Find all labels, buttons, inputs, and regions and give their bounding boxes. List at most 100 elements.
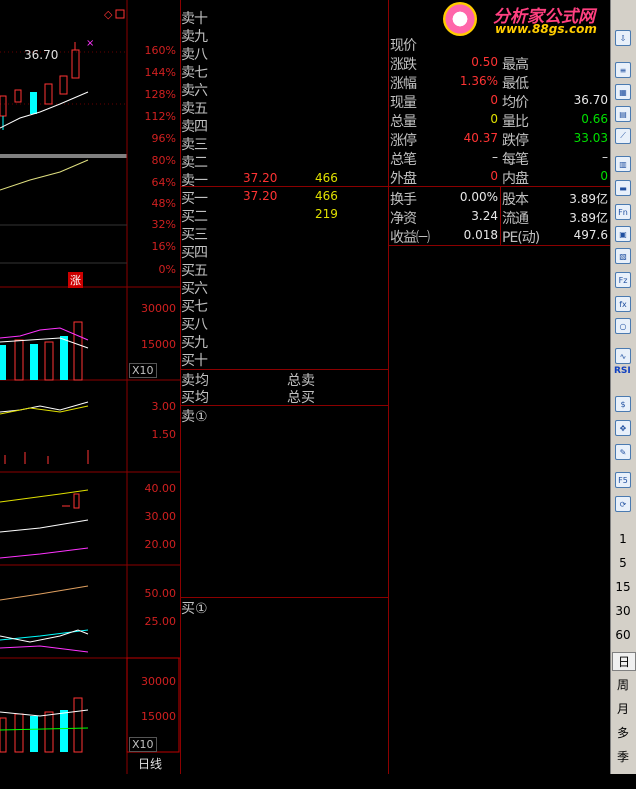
period-button[interactable]: 15 (612, 580, 634, 594)
quote-value: 33.03 (573, 131, 608, 145)
move-icon[interactable]: ✥ (612, 418, 634, 438)
period-button[interactable]: 30 (612, 604, 634, 618)
arrow-down-icon[interactable]: ⇩ (612, 28, 634, 48)
orderbook-sell-row: 卖六 (181, 80, 387, 99)
quote-value: 0 (600, 169, 608, 183)
period-tab-daily[interactable]: 日线 (138, 755, 162, 772)
divider (180, 405, 388, 406)
axis-label: 50.00 (144, 587, 177, 600)
axis-label: 40.00 (144, 482, 177, 495)
orderbook-buy-row: 买十 (181, 350, 387, 369)
axis-label: 15000 (141, 338, 176, 351)
orderbook-level-label: 买二 (181, 209, 208, 225)
ma-icon[interactable]: ▬ (612, 178, 634, 198)
quote-label: 量比 (502, 114, 529, 130)
orderbook-level-label: 卖十 (181, 11, 208, 27)
fn-icon[interactable]: Fn (612, 202, 634, 222)
line-chart-icon[interactable]: ⟋ (612, 126, 634, 146)
quote-label: 跌停 (502, 133, 529, 149)
flower-logo-icon (443, 2, 477, 36)
quote-row: 净资 3.24 流通 3.89亿 (390, 208, 608, 227)
fiz-icon-glyph: Fz (615, 272, 631, 288)
quote-value: – (602, 150, 608, 164)
circle-icon-glyph: ○ (615, 318, 631, 334)
pencil-icon-glyph: ✎ (615, 444, 631, 460)
quote-value: 3.89亿 (569, 192, 608, 206)
quote-label: 涨跌 (390, 57, 417, 73)
orderbook-sell-row: 卖一 37.20 466 (181, 170, 387, 189)
quote-value: 497.6 (573, 228, 608, 242)
fx-icon[interactable]: fx (612, 294, 634, 314)
rsi-button[interactable]: RSI (614, 366, 631, 376)
kline-price-label: 36.70 (24, 48, 59, 62)
period-button[interactable]: 多 (612, 724, 634, 741)
news-icon[interactable]: ▣ (612, 224, 634, 244)
period-button[interactable]: 周 (612, 676, 634, 693)
orderbook-buy-row: 买六 (181, 278, 387, 297)
quote-row: 外盘 0 内盘 0 (390, 168, 608, 187)
quote-label: 总量 (390, 114, 417, 130)
fiz-icon[interactable]: Fz (612, 270, 634, 290)
orderbook-level-label: 卖四 (181, 119, 208, 135)
quote-row: 总笔 – 每笔 – (390, 149, 608, 168)
orderbook-volume: 466 (315, 171, 338, 185)
vol2-unit-label: X10 (129, 737, 157, 752)
wave-icon[interactable]: ∿ (612, 346, 634, 366)
list-icon[interactable]: ≡ (612, 60, 634, 80)
orderbook-buy-row: 买三 (181, 224, 387, 243)
quote-row: 总量 0 量比 0.66 (390, 111, 608, 130)
orderbook-buy-row: 买二 219 (181, 206, 387, 225)
chart-icon-glyph: ▤ (615, 106, 631, 122)
orderbook-sell-row: 卖七 (181, 62, 387, 81)
orderbook-level-label: 卖六 (181, 83, 208, 99)
candle-icon[interactable]: ▥ (612, 154, 634, 174)
quote-label: 最低 (502, 76, 529, 92)
divider (388, 186, 610, 187)
fn-icon-glyph: Fn (615, 204, 631, 220)
doc-icon-glyph: ▧ (615, 248, 631, 264)
orderbook-level-label: 卖八 (181, 47, 208, 63)
orderbook-level-label: 卖五 (181, 101, 208, 117)
period-button[interactable]: 5 (612, 556, 634, 570)
orderbook-price: 37.20 (243, 171, 278, 185)
axis-label: 16% (151, 240, 176, 253)
axis-label: 48% (151, 197, 176, 210)
quote-value: 0 (490, 93, 498, 107)
circle-icon[interactable]: ○ (612, 316, 634, 336)
orderbook-sell-row: 卖九 (181, 26, 387, 45)
orderbook-price: 37.20 (243, 189, 278, 203)
axis-label: 128% (144, 88, 176, 101)
total-buy-label: 总买 (287, 390, 315, 406)
orderbook-sell-row: 卖二 (181, 152, 387, 171)
vol-unit-label: X10 (129, 363, 157, 378)
period-button[interactable]: 年 (612, 772, 634, 789)
doc-icon[interactable]: ▧ (612, 246, 634, 266)
quote-label: 换手 (390, 192, 417, 208)
period-button[interactable]: 季 (612, 748, 634, 765)
refresh-icon[interactable]: ⟳ (612, 494, 634, 514)
chart-icon[interactable]: ▤ (612, 104, 634, 124)
orderbook-buy-row: 买五 (181, 260, 387, 279)
orderbook-volume: 219 (315, 207, 338, 221)
period-button[interactable]: 1 (612, 532, 634, 546)
orderbook-level-label: 买九 (181, 335, 208, 351)
fx-icon-glyph: fx (615, 296, 631, 312)
axis-label: 30.00 (144, 510, 177, 523)
ma-icon-glyph: ▬ (615, 180, 631, 196)
quote-value: 0 (490, 112, 498, 126)
orderbook-buy-row: 买四 (181, 242, 387, 261)
axis-label: 80% (151, 154, 176, 167)
period-button[interactable]: 日 (612, 652, 636, 671)
chart-area[interactable]: × ◇ 36.70 涨 160% 144% 128% 112% 96% 80% … (0, 0, 180, 774)
pencil-icon[interactable]: ✎ (612, 442, 634, 462)
period-button[interactable]: 60 (612, 628, 634, 642)
f5-icon[interactable]: F5 (612, 470, 634, 490)
axis-label: 112% (144, 110, 176, 123)
orderbook-sell-row: 卖十 (181, 8, 387, 27)
orderbook-buy-row: 买九 (181, 332, 387, 351)
table-icon[interactable]: ▦ (612, 82, 634, 102)
quote-row: 收益㈠ 0.018 PE(动) 497.6 (390, 227, 608, 246)
buy-avg-label: 买均 (181, 390, 209, 406)
dollar-icon[interactable]: $ (612, 394, 634, 414)
period-button[interactable]: 月 (612, 700, 634, 717)
